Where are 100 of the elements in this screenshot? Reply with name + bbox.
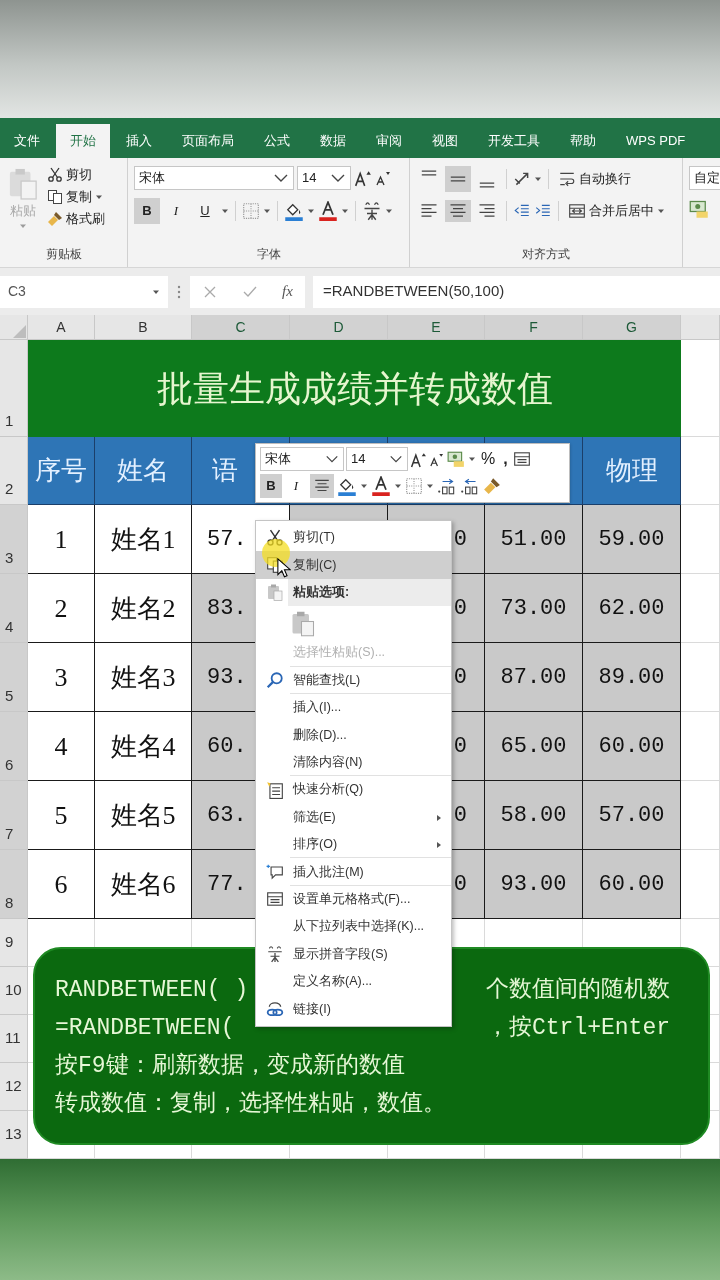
middle-align-button[interactable]: [445, 166, 471, 192]
column-header[interactable]: D: [290, 315, 388, 340]
ribbon-tab[interactable]: 文件: [0, 124, 54, 158]
row-header[interactable]: 2: [0, 437, 28, 505]
comma-button[interactable]: ,: [500, 448, 511, 470]
table-cell: 姓名4: [95, 712, 192, 781]
ribbon-tab[interactable]: 页面布局: [168, 124, 248, 158]
sheet-cell: [681, 437, 720, 505]
table-cell: 60.00: [583, 712, 681, 781]
phonetic-icon: [265, 945, 284, 964]
row-header[interactable]: 13: [0, 1111, 28, 1159]
note-text: 按F9键：刷新数据，变成新的数值: [55, 1054, 405, 1078]
group-label: 对齐方式: [521, 246, 571, 263]
caret-icon: [341, 207, 349, 215]
ribbon-tab[interactable]: 数据: [306, 124, 360, 158]
menu-item[interactable]: 链接(I): [256, 995, 451, 1023]
row-header[interactable]: 11: [0, 1015, 28, 1063]
copy-icon: [47, 189, 63, 205]
sheet-cell: [681, 781, 720, 850]
menu-item-label: 插入批注(M): [293, 863, 364, 881]
table-cell: 4: [28, 712, 95, 781]
copy-button[interactable]: 复制: [44, 188, 108, 206]
menu-item-label: 插入(I)...: [293, 699, 342, 717]
fill-color-icon: [284, 201, 304, 221]
font-select[interactable]: 宋体: [134, 166, 294, 190]
row-header[interactable]: 10: [0, 967, 28, 1015]
ribbon-tab[interactable]: 开发工具: [474, 124, 554, 158]
font-size-select[interactable]: 14: [346, 447, 408, 471]
row-header[interactable]: 6: [0, 712, 28, 781]
ribbon-tab[interactable]: 视图: [418, 124, 472, 158]
format-icon: [512, 450, 531, 468]
link-icon: [265, 999, 284, 1018]
font-size-select[interactable]: 14: [297, 166, 351, 190]
column-header[interactable]: E: [388, 315, 485, 340]
clipboard-icon: [265, 583, 284, 602]
font-select[interactable]: 宋体: [260, 447, 344, 471]
note-text: ，按Ctrl+Enter: [485, 1016, 670, 1040]
row-header[interactable]: 7: [0, 781, 28, 850]
column-title-cell: 物理: [583, 437, 681, 505]
number-format-select[interactable]: 自定: [689, 166, 720, 190]
insert-function-button[interactable]: fx: [282, 280, 293, 303]
row-header[interactable]: 1: [0, 340, 28, 437]
table-cell: 87.00: [485, 643, 583, 712]
caret-icon: [385, 207, 393, 215]
formula-field[interactable]: =RANDBETWEEN(50,100): [313, 275, 720, 308]
table-cell: 93.00: [485, 850, 583, 919]
menu-item-label: 粘贴选项:: [293, 584, 350, 602]
ribbon-tab[interactable]: 插入: [112, 124, 166, 158]
note-text: 转成数值：复制，选择性粘贴，数值。: [55, 1092, 446, 1116]
row-header[interactable]: 3: [0, 505, 28, 574]
caret-icon: [657, 207, 665, 215]
row-header[interactable]: 12: [0, 1063, 28, 1111]
bold-button[interactable]: B: [134, 198, 160, 224]
column-header[interactable]: F: [485, 315, 583, 340]
note-text: RANDBETWEEN( ): [55, 978, 249, 1002]
italic-button[interactable]: I: [163, 198, 189, 224]
center-align-button[interactable]: [445, 200, 471, 222]
menu-item[interactable]: 显示拼音字段(S): [256, 940, 451, 968]
menu-item[interactable]: 定义名称(A)...: [256, 967, 451, 996]
menu-item-label: 排序(O): [293, 836, 338, 854]
ribbon-tab[interactable]: 审阅: [362, 124, 416, 158]
wrap-text-button[interactable]: 自动换行: [555, 169, 634, 189]
ribbon-tab[interactable]: WPS PDF: [612, 124, 700, 158]
brush-icon: [483, 477, 501, 495]
menu-item-label: 选择性粘贴(S)...: [293, 644, 386, 662]
increase-font-icon: [354, 169, 372, 187]
sheet-cell: [681, 574, 720, 643]
ribbon-tab[interactable]: 帮助: [556, 124, 610, 158]
table-cell: 65.00: [485, 712, 583, 781]
quick-analysis-icon: [265, 780, 284, 799]
merge-center-button[interactable]: 合并后居中: [565, 201, 668, 221]
caret-icon: [534, 175, 542, 183]
row-header[interactable]: 4: [0, 574, 28, 643]
row-header[interactable]: 8: [0, 850, 28, 919]
ribbon-tab[interactable]: 公式: [250, 124, 304, 158]
ribbon-tab[interactable]: 开始: [56, 124, 110, 158]
bold-button[interactable]: B: [260, 474, 282, 498]
column-header[interactable]: A: [28, 315, 95, 340]
brush-icon: [47, 211, 63, 227]
table-cell: 5: [28, 781, 95, 850]
table-cell: 51.00: [485, 505, 583, 574]
column-header[interactable]: C: [192, 315, 290, 340]
underline-button[interactable]: U: [192, 198, 218, 224]
center-align-button[interactable]: [310, 474, 334, 498]
menu-item-label: 定义名称(A)...: [293, 973, 373, 991]
column-header[interactable]: G: [583, 315, 681, 340]
name-box[interactable]: C3: [0, 275, 168, 308]
format-painter-button[interactable]: 格式刷: [44, 210, 108, 228]
row-header[interactable]: 9: [0, 919, 28, 967]
caret-icon: [307, 207, 315, 215]
borders-icon: [405, 477, 423, 495]
column-title-cell: 序号: [28, 437, 95, 505]
percent-button[interactable]: %: [478, 448, 499, 470]
cut-button[interactable]: 剪切: [44, 166, 108, 184]
caret-icon: [95, 193, 103, 201]
row-header[interactable]: 5: [0, 643, 28, 712]
column-title-cell: 姓名: [95, 437, 192, 505]
caret-icon: [221, 207, 229, 215]
column-header[interactable]: B: [95, 315, 192, 340]
format-cells-icon: [265, 890, 284, 909]
